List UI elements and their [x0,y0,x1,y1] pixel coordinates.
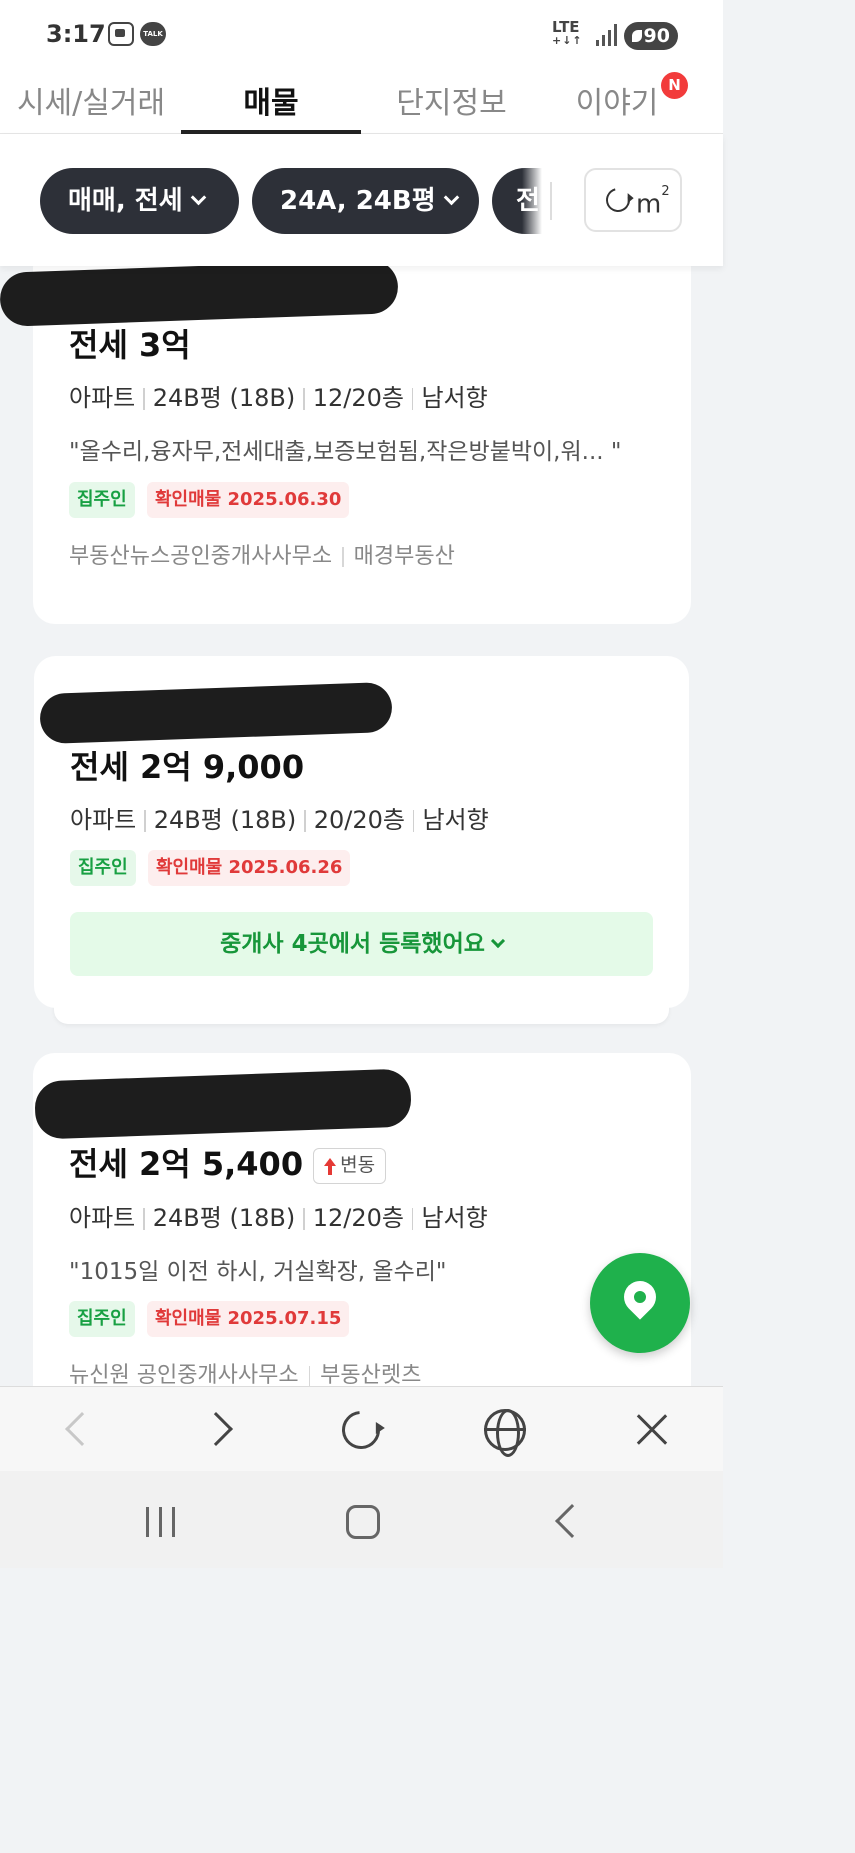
unit-superscript: 2 [661,184,670,199]
listing-card[interactable]: 전세 3억 아파트 24B평 (18B) 12/20층 남서향 "올수리,융자무,전세… [0,266,691,624]
filter-bar: 매매, 전세 24A, 24B평 전 m2 [0,134,723,266]
screenshot-icon [108,22,134,46]
spec-floor: 20/20층 [313,806,405,834]
listing-card[interactable]: 전세 2억 5,400 변동 아파트 24B평 (18B) 12/20층 남서향 "10… [33,1053,691,1386]
redacted-title [0,266,399,327]
back-button[interactable] [56,1407,102,1453]
trade-type-label: 매매, 전세 [68,186,183,216]
unit-toggle-button[interactable]: m2 [584,168,682,232]
redacted-title [39,681,393,745]
more-filter-label: 전 [516,186,540,216]
unit-label: m [636,189,662,220]
globe-icon [484,1409,526,1457]
filter-divider [550,182,552,220]
listing-description: "1015일 이전 하시, 거실확장, 올수리" [69,1259,447,1285]
listing-specs: 아파트 24B평 (18B) 20/20층 남서향 [70,800,489,835]
close-button[interactable] [628,1407,674,1453]
spec-floor: 12/20층 [312,1204,404,1232]
owner-tag: 집주인 [70,850,136,886]
spec-area: 24B평 (18B) [152,384,296,412]
redacted-title [34,1068,412,1140]
reload-button[interactable] [334,1403,388,1457]
price-text: 전세 2억 5,400 [69,1145,304,1183]
spec-type: 아파트 [70,806,137,834]
system-back-button[interactable] [555,1504,589,1538]
spec-direction: 남서향 [422,806,489,834]
agency-source: 매경부동산 [353,544,455,569]
lte-arrows: +↓↑ [552,34,583,47]
agency-name: 뉴신원 공인중개사사무소 [69,1363,299,1386]
listing-description: "올수리,융자무,전세대출,보증보험됨,작은방붙박이,워... " [69,439,622,465]
owner-tag: 집주인 [69,1301,135,1337]
listing-price: 전세 2억 5,400 변동 [69,1139,387,1185]
chevron-down-icon [443,189,459,206]
chevron-left-icon [65,1412,99,1446]
agency-list: 부동산뉴스공인중개사사무소 매경부동산 [69,538,455,570]
signal-icon [596,24,618,46]
spec-area: 24B평 (18B) [153,806,297,834]
trade-type-filter[interactable]: 매매, 전세 [40,168,239,234]
reload-icon [334,1403,388,1457]
map-view-button[interactable] [590,1253,690,1353]
price-change-badge: 변동 [313,1148,387,1184]
chevron-right-icon [199,1412,233,1446]
home-button[interactable] [346,1505,380,1539]
battery-icon: 90 [624,22,678,50]
spec-type: 아파트 [69,1204,136,1232]
listing-specs: 아파트 24B평 (18B) 12/20층 남서향 [69,378,488,413]
agency-source: 부동산렛츠 [320,1363,422,1386]
agency-expand-label: 중개사 4곳에서 등록했어요 [220,931,485,957]
spec-direction: 남서향 [421,1204,488,1232]
status-time: 3:17 [46,20,106,48]
status-bar: 3:17 TALK LTE +↓↑ 90 [0,0,723,70]
area-filter[interactable]: 24A, 24B평 [252,168,479,234]
spec-area: 24B평 (18B) [152,1204,296,1232]
listing-list: 전세 3억 아파트 24B평 (18B) 12/20층 남서향 "올수리,융자무,전세… [0,266,723,1386]
kakaotalk-icon: TALK [140,22,166,46]
area-label: 24A, 24B평 [280,186,436,216]
listing-price: 전세 2억 9,000 [70,748,305,786]
agency-list: 뉴신원 공인중개사사무소 부동산렛츠 [69,1357,421,1386]
verified-tag: 확인매물 2025.06.30 [147,482,350,518]
agency-expand-button[interactable]: 중개사 4곳에서 등록했어요 [70,912,653,976]
verified-tag: 확인매물 2025.07.15 [147,1301,350,1337]
globe-button[interactable] [482,1407,528,1457]
listing-specs: 아파트 24B평 (18B) 12/20층 남서향 [69,1198,488,1233]
chevron-down-icon [490,933,505,949]
owner-tag: 집주인 [69,482,135,518]
listing-price: 전세 3억 [69,326,191,364]
forward-button[interactable] [199,1407,246,1453]
tab-bar: 시세/실거래 매물 단지정보 이야기 [0,70,723,134]
spec-direction: 남서향 [421,384,488,412]
lte-icon: LTE +↓↑ [552,20,583,48]
more-filter-chip[interactable]: 전 [492,168,542,234]
spec-type: 아파트 [69,384,136,412]
system-nav-bar [0,1471,723,1568]
tab-listings[interactable]: 매물 [181,78,361,130]
spec-floor: 12/20층 [312,384,404,412]
verified-tag: 확인매물 2025.06.26 [148,850,351,886]
tab-price-history[interactable]: 시세/실거래 [0,78,182,130]
browser-toolbar [0,1386,723,1471]
map-pin-icon [617,1274,663,1320]
tab-complex-info[interactable]: 단지정보 [361,78,542,130]
new-badge: N [661,72,688,99]
chevron-down-icon [190,189,206,206]
recent-apps-button[interactable] [146,1507,176,1537]
listing-card[interactable]: 전세 2억 9,000 아파트 24B평 (18B) 20/20층 남서향 집주인 확… [34,656,689,1008]
refresh-icon [601,183,635,217]
agency-name: 부동산뉴스공인중개사사무소 [69,544,333,569]
